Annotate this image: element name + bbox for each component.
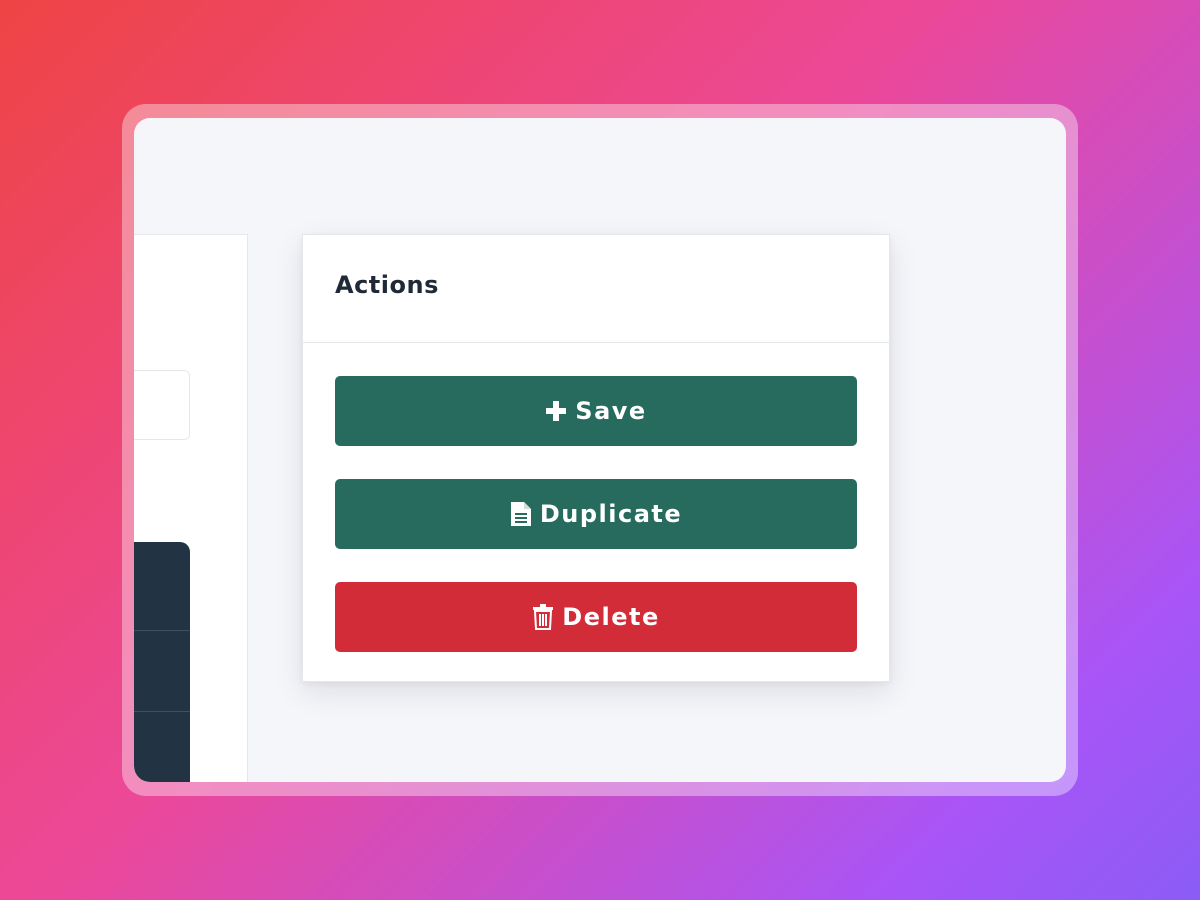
delete-button[interactable]: Delete bbox=[335, 582, 857, 652]
card-title: Actions bbox=[335, 271, 439, 299]
table-row-divider bbox=[134, 630, 190, 631]
save-button[interactable]: Save bbox=[335, 376, 857, 446]
save-button-label: Save bbox=[575, 397, 647, 425]
app-window: Actions Save Duplicate Delete bbox=[134, 118, 1066, 782]
card-body: Save Duplicate Delete bbox=[303, 343, 889, 652]
card-header: Actions bbox=[303, 235, 889, 343]
table-row-divider bbox=[134, 711, 190, 712]
left-input-field[interactable] bbox=[134, 370, 190, 440]
document-icon bbox=[510, 501, 532, 527]
trash-icon bbox=[532, 604, 554, 630]
actions-card: Actions Save Duplicate Delete bbox=[302, 234, 890, 682]
duplicate-button-label: Duplicate bbox=[539, 500, 683, 528]
delete-button-label: Delete bbox=[562, 603, 660, 631]
dark-table-panel bbox=[134, 542, 190, 782]
duplicate-button[interactable]: Duplicate bbox=[335, 479, 857, 549]
plus-icon bbox=[545, 400, 567, 422]
